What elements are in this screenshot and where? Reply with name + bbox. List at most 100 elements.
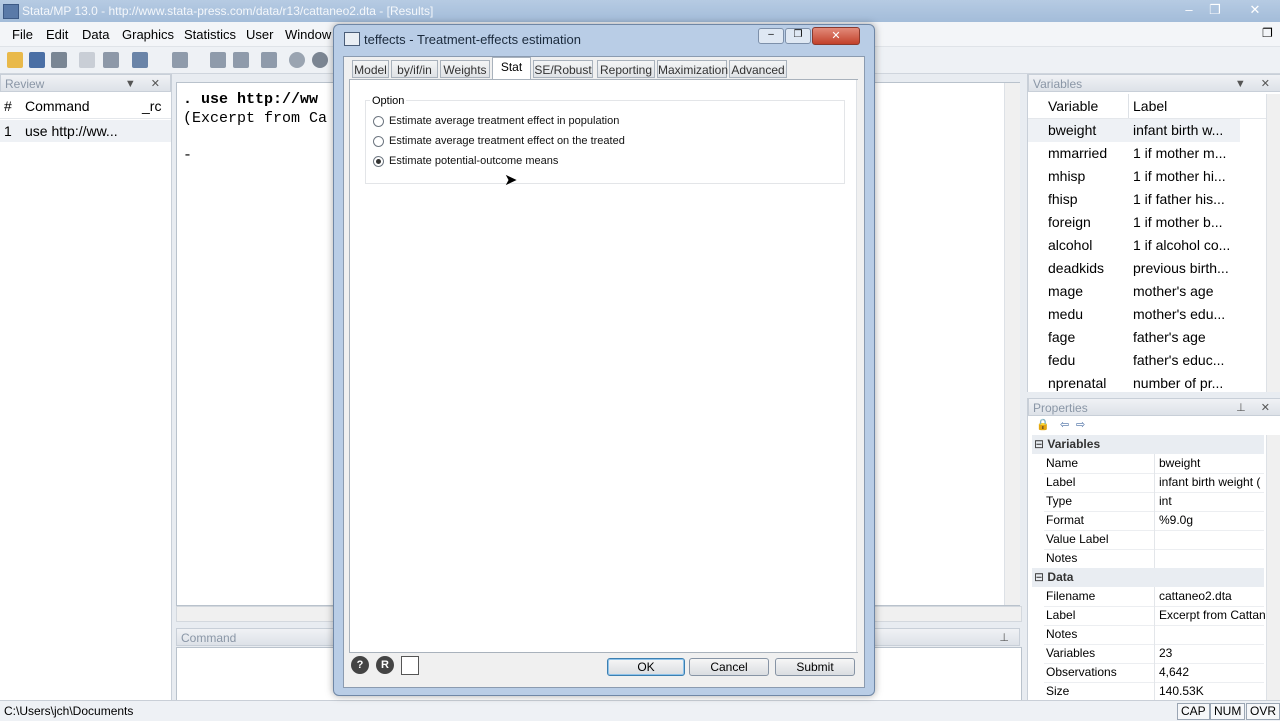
help-icon[interactable]: ? xyxy=(351,656,369,674)
variable-row[interactable]: bweight infant birth w... xyxy=(1028,119,1240,142)
tab-weights[interactable]: Weights xyxy=(440,60,490,78)
variable-row[interactable]: deadkids previous birth... xyxy=(1028,257,1240,280)
pin-icon[interactable]: ⊥ xyxy=(999,629,1015,647)
menu-statistics[interactable]: Statistics xyxy=(184,27,236,42)
back-arrow-icon[interactable]: ⇦ xyxy=(1060,418,1069,431)
variable-row[interactable]: fedu father's educ... xyxy=(1028,349,1240,372)
variable-label: 1 if father his... xyxy=(1133,191,1225,207)
variable-row[interactable]: foreign 1 if mother b... xyxy=(1028,211,1240,234)
cancel-button[interactable]: Cancel xyxy=(689,658,769,676)
tab-reporting[interactable]: Reporting xyxy=(597,60,655,78)
viewer-icon[interactable] xyxy=(103,52,119,68)
review-title: Review xyxy=(5,77,45,91)
variables-panel: Variables ▼ ✕ Variable Label bweight infa… xyxy=(1027,74,1280,392)
data-browser-icon[interactable] xyxy=(233,52,249,68)
option-label[interactable]: Estimate potential-outcome means xyxy=(389,155,558,167)
panel-controls-icon[interactable]: ▼ ✕ xyxy=(1235,75,1276,93)
tab-by-if-in[interactable]: by/if/in xyxy=(391,60,438,78)
property-row[interactable]: Filename cattaneo2.dta xyxy=(1044,587,1264,607)
option-radio[interactable] xyxy=(373,116,384,127)
variable-row[interactable]: mmarried 1 if mother m... xyxy=(1028,142,1240,165)
minimize-button[interactable]: – xyxy=(1178,2,1200,18)
option-label[interactable]: Estimate average treatment effect on the… xyxy=(389,135,625,147)
variable-row[interactable]: fage father's age xyxy=(1028,326,1240,349)
dialog-maximize-button[interactable]: ❐ xyxy=(785,28,811,44)
do-file-editor-icon[interactable] xyxy=(172,52,188,68)
submit-button[interactable]: Submit xyxy=(775,658,855,676)
tab-maximization[interactable]: Maximization xyxy=(657,60,728,78)
menu-window[interactable]: Window xyxy=(285,27,331,42)
property-row[interactable]: Label infant birth weight ( xyxy=(1044,473,1264,493)
variable-label: 1 if mother b... xyxy=(1133,214,1223,230)
option-label[interactable]: Estimate average treatment effect in pop… xyxy=(389,115,619,127)
break-icon[interactable] xyxy=(312,52,328,68)
copy-command-icon[interactable] xyxy=(401,656,419,675)
more-icon[interactable] xyxy=(289,52,305,68)
property-row[interactable]: Size 140.53K xyxy=(1044,682,1264,702)
graph-icon[interactable] xyxy=(132,52,148,68)
dialog-minimize-button[interactable]: – xyxy=(758,28,784,44)
tab-se-robust[interactable]: SE/Robust xyxy=(533,60,593,78)
properties-variables-section[interactable]: ⊟ Variables xyxy=(1032,435,1264,454)
variable-row[interactable]: mhisp 1 if mother hi... xyxy=(1028,165,1240,188)
data-editor-icon[interactable] xyxy=(210,52,226,68)
panel-controls-icon[interactable]: ▼ ✕ xyxy=(125,75,166,93)
option-radio[interactable] xyxy=(373,136,384,147)
property-row[interactable]: Format %9.0g xyxy=(1044,511,1264,531)
print-icon[interactable] xyxy=(51,52,67,68)
forward-arrow-icon[interactable]: ⇨ xyxy=(1076,418,1085,431)
review-col-num[interactable]: # xyxy=(4,94,12,118)
ok-button[interactable]: OK xyxy=(607,658,685,676)
working-directory: C:\Users\jch\Documents xyxy=(4,704,134,718)
property-row[interactable]: Notes xyxy=(1044,625,1264,645)
review-row[interactable]: 1 use http://ww... xyxy=(0,120,171,142)
variables-col-variable[interactable]: Variable xyxy=(1048,94,1098,118)
variable-row[interactable]: alcohol 1 if alcohol co... xyxy=(1028,234,1240,257)
panel-controls-icon[interactable]: ⊥ ✕ xyxy=(1236,399,1276,417)
variable-row[interactable]: medu mother's edu... xyxy=(1028,303,1240,326)
property-divider xyxy=(1154,663,1155,682)
properties-data-section[interactable]: ⊟ Data xyxy=(1032,568,1264,587)
property-row[interactable]: Name bweight xyxy=(1044,454,1264,474)
save-icon[interactable] xyxy=(29,52,45,68)
variable-row[interactable]: nprenatal number of pr... xyxy=(1028,372,1240,395)
restore-down-icon[interactable]: ❐ xyxy=(1262,26,1273,40)
variable-name: mage xyxy=(1048,283,1084,299)
properties-lock-nav[interactable]: 🔒 ⇦ ⇨ xyxy=(1032,418,1272,432)
maximize-button[interactable]: ❐ xyxy=(1204,2,1226,18)
reset-icon[interactable]: R xyxy=(376,656,394,674)
log-icon[interactable] xyxy=(79,52,95,68)
property-row[interactable]: Value Label xyxy=(1044,530,1264,550)
tab-advanced[interactable]: Advanced xyxy=(729,60,787,78)
option-radio[interactable] xyxy=(373,156,384,167)
variables-scrollbar[interactable] xyxy=(1266,94,1280,392)
variable-row[interactable]: fhisp 1 if father his... xyxy=(1028,188,1240,211)
tab-model[interactable]: Model xyxy=(352,60,389,78)
menu-graphics[interactable]: Graphics xyxy=(122,27,174,42)
property-name: Label xyxy=(1046,475,1076,489)
property-row[interactable]: Observations 4,642 xyxy=(1044,663,1264,683)
variable-row[interactable]: mage mother's age xyxy=(1028,280,1240,303)
dialog-close-button[interactable]: ✕ xyxy=(812,27,860,45)
menu-file[interactable]: File xyxy=(12,27,33,42)
variables-manager-icon[interactable] xyxy=(261,52,277,68)
property-name: Notes xyxy=(1046,551,1078,565)
menu-data[interactable]: Data xyxy=(82,27,109,42)
open-icon[interactable] xyxy=(7,52,23,68)
property-row[interactable]: Label Excerpt from Cattan xyxy=(1044,606,1265,626)
properties-scrollbar[interactable] xyxy=(1266,435,1280,700)
property-row[interactable]: Notes xyxy=(1044,549,1264,569)
collapse-icon: ⊟ xyxy=(1034,437,1045,451)
variables-col-label[interactable]: Label xyxy=(1133,94,1167,118)
tab-stat[interactable]: Stat xyxy=(492,57,531,80)
results-scrollbar[interactable] xyxy=(1004,83,1020,605)
menu-user[interactable]: User xyxy=(246,27,273,42)
review-col-rc[interactable]: _rc xyxy=(142,94,161,118)
property-row[interactable]: Variables 23 xyxy=(1044,644,1264,664)
review-col-command[interactable]: Command xyxy=(25,94,90,118)
lock-icon[interactable]: 🔒 xyxy=(1036,418,1050,431)
menu-edit[interactable]: Edit xyxy=(46,27,68,42)
property-row[interactable]: Type int xyxy=(1044,492,1264,512)
property-value: 4,642 xyxy=(1159,665,1190,679)
close-window-button[interactable]: ✕ xyxy=(1244,2,1266,18)
